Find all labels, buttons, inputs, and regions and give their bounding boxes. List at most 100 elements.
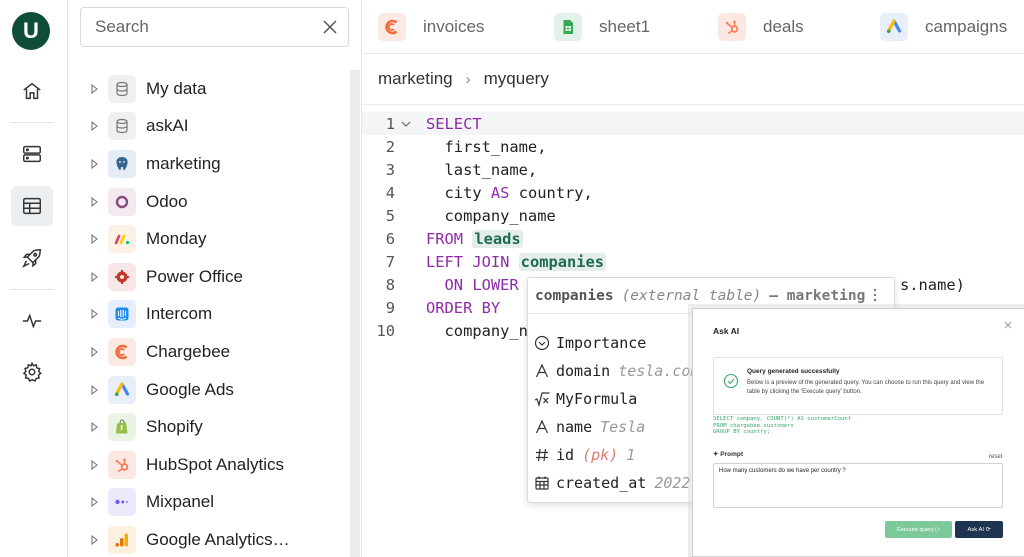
field-row[interactable]: domain tesla.com <box>534 359 699 383</box>
field-row[interactable]: Importance <box>534 331 646 355</box>
source-item[interactable]: Google Ads <box>88 371 348 409</box>
select-field-icon <box>534 335 550 351</box>
more-vertical-icon[interactable] <box>866 286 884 304</box>
source-item[interactable]: HubSpot Analytics <box>88 446 348 484</box>
clear-search-icon[interactable] <box>320 17 340 37</box>
line-number: 3 <box>385 160 395 179</box>
tab-deals[interactable]: deals <box>718 12 804 42</box>
source-label: marketing <box>146 153 221 173</box>
source-label: Shopify <box>146 417 203 437</box>
rocket-icon <box>22 249 41 268</box>
source-item[interactable]: Monday <box>88 220 348 258</box>
close-icon[interactable] <box>1003 320 1013 330</box>
code-line: 1 SELECT <box>362 112 1024 135</box>
line-number: 7 <box>385 252 395 271</box>
table-token[interactable]: companies <box>518 252 607 271</box>
expand-caret-icon[interactable] <box>88 82 102 96</box>
execute-query-button[interactable]: Execute query ▷ <box>885 521 952 538</box>
source-label: askAI <box>146 116 189 136</box>
source-item[interactable]: Shopify <box>88 408 348 446</box>
tab-campaigns[interactable]: campaigns <box>880 12 1007 42</box>
tab-sheet1[interactable]: sheet1 <box>554 12 650 42</box>
tab-label: campaigns <box>925 17 1008 36</box>
expand-caret-icon[interactable] <box>88 383 102 397</box>
rail-divider <box>10 289 54 290</box>
tables-button[interactable] <box>11 186 53 226</box>
field-row[interactable]: name Tesla <box>534 415 645 439</box>
line-number: 2 <box>385 137 395 156</box>
ask-ai-button[interactable]: Ask AI ⟳ <box>955 521 1003 538</box>
expand-caret-icon[interactable] <box>88 533 102 547</box>
expand-caret-icon[interactable] <box>88 420 102 434</box>
line-number: 9 <box>385 298 395 317</box>
settings-button[interactable] <box>11 352 53 392</box>
success-message: Query generated successfully Below is a … <box>713 357 1003 415</box>
source-item[interactable]: My data <box>88 70 348 108</box>
field-row[interactable]: created_at 2022- <box>534 471 699 495</box>
expand-caret-icon[interactable] <box>88 345 102 359</box>
servers-button[interactable] <box>11 134 53 174</box>
source-item[interactable]: Google Analytics… <box>88 521 348 557</box>
mixpanel-icon <box>108 488 136 517</box>
hubspot-icon <box>718 13 746 41</box>
table-name: companies <box>535 287 614 304</box>
code-text: country, <box>509 183 593 202</box>
source-item[interactable]: Mixpanel <box>88 484 348 522</box>
expand-caret-icon[interactable] <box>88 307 102 321</box>
expand-caret-icon[interactable] <box>88 458 102 472</box>
google-ads-icon <box>880 13 908 41</box>
search-input[interactable] <box>81 8 311 46</box>
expand-caret-icon[interactable] <box>88 270 102 284</box>
tab-invoices[interactable]: invoices <box>378 12 484 42</box>
home-button[interactable] <box>11 71 53 111</box>
source-item[interactable]: Power Office <box>88 258 348 296</box>
text-field-icon <box>535 419 549 434</box>
expand-caret-icon[interactable] <box>88 119 102 133</box>
fold-chevron-icon[interactable] <box>399 117 413 131</box>
power-office-icon <box>108 262 136 291</box>
source-item[interactable]: Chargebee <box>88 333 348 371</box>
generated-sql: SELECT company, COUNT(*) AS customerCoun… <box>713 416 852 436</box>
field-row[interactable]: MyFormula <box>534 387 637 411</box>
primary-key-badge: (pk) <box>582 446 619 464</box>
code-line: 4 city AS country, <box>362 181 1024 204</box>
table-kind: (external table) <box>621 287 762 304</box>
table-token[interactable]: leads <box>472 229 523 248</box>
chargebee-icon <box>378 13 406 41</box>
field-sample: tesla.com <box>618 362 700 380</box>
source-item[interactable]: askAI <box>88 108 348 146</box>
breadcrumb-parent[interactable]: marketing <box>378 69 453 89</box>
panel-scrollbar[interactable] <box>350 70 360 557</box>
expand-caret-icon[interactable] <box>88 195 102 209</box>
sql-keyword: AS <box>490 183 510 202</box>
table-source: – marketing <box>769 287 866 304</box>
prompt-label: ✦ Prompt <box>713 451 744 458</box>
code-text: first_name, <box>426 137 547 156</box>
line-number: 6 <box>385 229 395 248</box>
dialog-title: Ask AI <box>713 326 740 336</box>
deploy-button[interactable] <box>11 238 53 278</box>
prompt-input[interactable]: How many customers do we have per countr… <box>713 463 1003 508</box>
source-item[interactable]: Intercom <box>88 296 348 334</box>
source-label: Chargebee <box>146 341 231 361</box>
postgres-icon <box>108 149 136 178</box>
source-label: Google Analytics… <box>146 529 290 549</box>
source-item[interactable]: marketing <box>88 145 348 183</box>
monday-icon <box>108 225 136 254</box>
field-row[interactable]: id (pk) 1 <box>534 443 635 467</box>
code-line: 6 FROM leads <box>362 227 1024 250</box>
app-logo[interactable]: U <box>12 12 50 50</box>
expand-caret-icon[interactable] <box>88 495 102 509</box>
tab-label: invoices <box>423 17 485 36</box>
expand-caret-icon[interactable] <box>88 232 102 246</box>
activity-button[interactable] <box>11 301 53 341</box>
source-label: Mixpanel <box>146 492 215 512</box>
code-line: 7 LEFT JOIN companies <box>362 250 1024 273</box>
line-number: 1 <box>385 114 395 133</box>
reset-link[interactable]: reset <box>989 454 1002 460</box>
source-item[interactable]: Odoo <box>88 183 348 221</box>
database-icon <box>108 74 136 103</box>
database-icon <box>108 112 136 141</box>
expand-caret-icon[interactable] <box>88 157 102 171</box>
code-text: company_name <box>426 206 556 225</box>
